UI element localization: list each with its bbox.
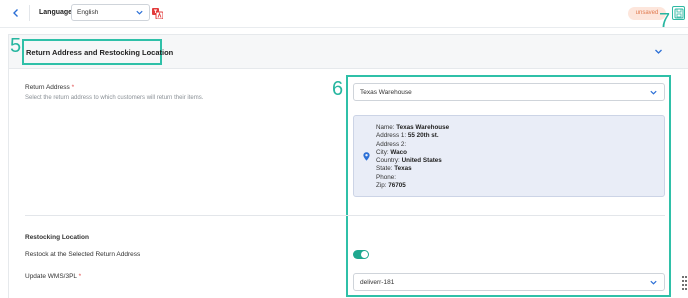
return-address-select[interactable]: Texas Warehouse <box>353 83 665 101</box>
back-button[interactable] <box>9 6 23 20</box>
address-details: Name: Texas Warehouse Address 1: 55 20th… <box>376 124 449 190</box>
section-title: Return Address and Restocking Location <box>26 48 174 57</box>
address-line1: Address 1: 55 20th st. <box>376 132 439 140</box>
address-name: Name: Texas Warehouse <box>376 124 450 131</box>
address-city: City: Waco <box>376 148 407 156</box>
divider <box>25 215 665 216</box>
required-mark: * <box>78 273 82 280</box>
address-country: Country: United States <box>376 157 442 165</box>
restock-toggle[interactable] <box>353 250 369 259</box>
return-address-value: Texas Warehouse <box>360 89 412 96</box>
return-address-label-text: Return Address <box>25 84 70 91</box>
annotation-number: 7 <box>659 10 671 32</box>
address-zip: Zip: 76705 <box>376 182 406 190</box>
language-select[interactable]: English <box>71 4 150 21</box>
translate-icon[interactable] <box>152 8 163 19</box>
wms-label-text: Update WMS/3PL <box>25 273 77 280</box>
wms-select[interactable]: deliverr-181 <box>353 273 665 291</box>
restocking-title: Restocking Location <box>25 234 89 241</box>
address-line2: Address 2: <box>376 140 407 148</box>
chevron-down-icon[interactable] <box>653 46 664 57</box>
restock-label: Restock at the Selected Return Address <box>25 251 141 258</box>
language-label: Language <box>39 9 73 16</box>
chevron-left-icon <box>13 9 18 17</box>
address-state: State: Texas <box>376 165 412 173</box>
wms-label: Update WMS/3PL * <box>25 273 81 280</box>
annotation-number: 6 <box>332 78 344 100</box>
address-phone: Phone: <box>376 173 396 181</box>
chevron-down-icon <box>650 90 657 95</box>
language-value: English <box>77 9 99 16</box>
chevron-down-icon <box>650 280 657 285</box>
save-icon <box>674 8 684 19</box>
required-mark: * <box>71 84 75 91</box>
annotation-number: 5 <box>10 35 22 57</box>
location-pin-icon <box>363 152 370 161</box>
chevron-down-icon <box>136 10 143 15</box>
save-button[interactable] <box>672 6 685 20</box>
drag-handle-icon[interactable] <box>682 276 688 294</box>
return-address-help: Select the return address to which custo… <box>25 95 204 101</box>
return-address-label: Return Address * <box>25 84 74 91</box>
wms-value: deliverr-181 <box>360 279 395 286</box>
divider <box>29 5 30 21</box>
